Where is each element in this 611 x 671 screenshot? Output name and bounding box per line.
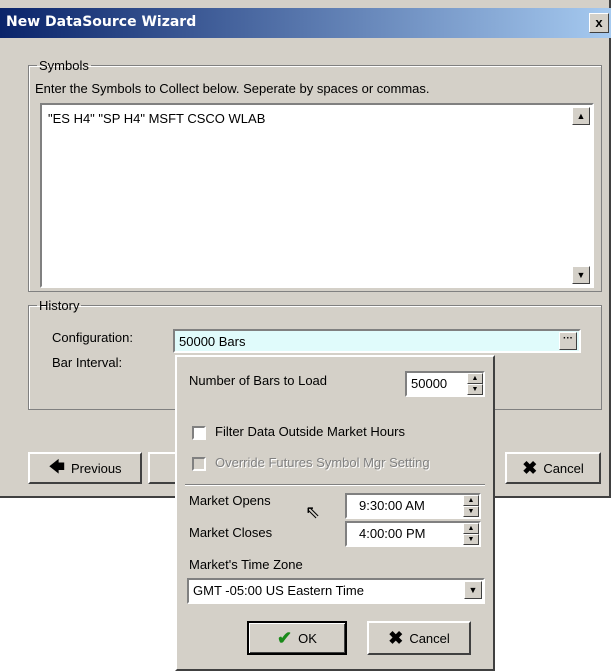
popup-cancel-button[interactable]: ✖ Cancel <box>367 621 471 655</box>
market-closes-field[interactable]: 4:00:00 PM ▲ ▼ <box>345 521 481 547</box>
timezone-dropdown[interactable]: GMT -05:00 US Eastern Time ▼ <box>187 578 485 604</box>
override-futures-checkbox <box>192 457 206 471</box>
market-opens-field[interactable]: 9:30:00 AM ▲ ▼ <box>345 493 481 519</box>
bar-interval-label: Bar Interval: <box>52 355 123 370</box>
x-icon: ✖ <box>388 628 404 648</box>
scroll-down-icon[interactable]: ▼ <box>572 266 590 284</box>
symbols-textarea[interactable]: "ES H4" "SP H4" MSFT CSCO WLAB ▲ ▼ <box>40 103 594 288</box>
mouse-cursor-icon: ⇖ <box>305 502 321 522</box>
popup-ok-button[interactable]: ✔ OK <box>247 621 347 655</box>
configuration-label: Configuration: <box>52 330 133 345</box>
close-icon: x <box>595 15 603 30</box>
symbols-scrollbar[interactable]: ▲ ▼ <box>572 107 590 284</box>
timezone-value: GMT -05:00 US Eastern Time <box>193 583 364 598</box>
title-bar[interactable]: New DataSource Wizard x <box>0 8 611 38</box>
symbols-legend: Symbols <box>39 58 89 73</box>
spin-up-icon[interactable]: ▲ <box>467 373 483 384</box>
timezone-label: Market's Time Zone <box>189 557 303 572</box>
spin-down-icon[interactable]: ▼ <box>463 506 479 517</box>
x-icon: ✖ <box>522 458 538 478</box>
history-legend: History <box>39 298 80 313</box>
spin-down-icon[interactable]: ▼ <box>463 534 479 545</box>
market-opens-value: 9:30:00 AM <box>359 498 425 513</box>
separator <box>185 484 485 486</box>
arrow-left-icon: 🡄 <box>48 459 65 476</box>
bars-to-load-value: 50000 <box>411 376 448 391</box>
symbols-text: "ES H4" "SP H4" MSFT CSCO WLAB <box>48 111 266 126</box>
popup-cancel-label: Cancel <box>409 630 450 646</box>
ellipsis-button[interactable]: ··· <box>559 332 577 350</box>
bars-spinner[interactable]: ▲ ▼ <box>467 373 483 395</box>
scroll-up-icon[interactable]: ▲ <box>572 107 590 125</box>
market-closes-value: 4:00:00 PM <box>359 526 426 541</box>
popup-ok-label: OK <box>298 630 317 646</box>
close-button[interactable]: x <box>589 13 609 33</box>
bars-to-load-label: Number of Bars to Load <box>189 373 328 388</box>
filter-market-hours-checkbox[interactable] <box>192 426 206 440</box>
spin-up-icon[interactable]: ▲ <box>463 523 479 534</box>
market-closes-spinner[interactable]: ▲ ▼ <box>463 523 479 545</box>
market-closes-label: Market Closes <box>189 525 273 540</box>
previous-button[interactable]: 🡄 Previous <box>28 452 142 484</box>
override-futures-label: Override Futures Symbol Mgr Setting <box>215 455 430 470</box>
filter-market-hours-label: Filter Data Outside Market Hours <box>215 424 406 439</box>
symbols-instructions: Enter the Symbols to Collect below. Sepe… <box>35 81 430 96</box>
chevron-down-icon[interactable]: ▼ <box>464 581 482 599</box>
previous-label: Previous <box>70 460 122 476</box>
cancel-button[interactable]: ✖ Cancel <box>505 452 601 484</box>
cancel-label: Cancel <box>543 460 584 476</box>
configuration-field[interactable]: 50000 Bars ··· <box>173 329 581 353</box>
spin-down-icon[interactable]: ▼ <box>467 384 483 395</box>
window-title: New DataSource Wizard <box>6 14 197 30</box>
market-opens-spinner[interactable]: ▲ ▼ <box>463 495 479 517</box>
bars-config-popup: Number of Bars to Load 50000 ▲ ▼ Filter … <box>175 355 495 671</box>
configuration-value: 50000 Bars <box>179 334 246 349</box>
spin-up-icon[interactable]: ▲ <box>463 495 479 506</box>
bars-to-load-field[interactable]: 50000 ▲ ▼ <box>405 371 485 397</box>
check-icon: ✔ <box>277 628 293 648</box>
market-opens-label: Market Opens <box>189 493 271 508</box>
